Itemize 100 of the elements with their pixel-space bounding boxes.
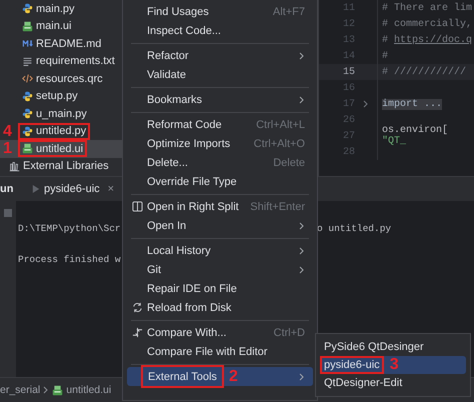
menu-label: Inspect Code... bbox=[147, 24, 221, 36]
menu-item[interactable]: Delete... Delete bbox=[127, 153, 313, 172]
shortcut-text: Ctrl+Alt+O bbox=[254, 138, 305, 150]
tree-row[interactable]: main.py bbox=[0, 0, 122, 18]
shortcut-text: Alt+F7 bbox=[272, 6, 305, 18]
annotation-number: 3 bbox=[390, 357, 399, 373]
reload-icon bbox=[132, 302, 142, 313]
library-icon bbox=[9, 160, 20, 172]
menu-item[interactable]: Open In bbox=[127, 216, 313, 235]
code-text: # //////////// bbox=[382, 66, 466, 78]
tree-row[interactable]: setup.py bbox=[0, 88, 122, 105]
tree-row[interactable]: README.md bbox=[0, 35, 122, 52]
breadcrumb[interactable]: er_serial bbox=[0, 384, 40, 396]
console-text: Process finished w bbox=[18, 254, 121, 265]
menu-label: Open in Right Split bbox=[147, 200, 239, 212]
menu-label: Repair IDE on File bbox=[147, 282, 237, 294]
menu-item[interactable]: Git bbox=[127, 260, 313, 279]
menu-item[interactable]: Compare File with Editor bbox=[127, 342, 313, 361]
python-icon bbox=[22, 126, 33, 137]
menu-item[interactable]: Validate bbox=[127, 65, 313, 84]
menu-label: Git bbox=[147, 264, 162, 276]
play-icon bbox=[32, 184, 40, 194]
tree-row[interactable]: 4 untitled.py bbox=[0, 122, 122, 140]
code-text: # https://doc.q bbox=[382, 34, 472, 46]
file-name: setup.py bbox=[36, 90, 78, 102]
tree-row[interactable]: External Libraries bbox=[0, 158, 122, 175]
file-name: main.ui bbox=[36, 20, 72, 32]
menu-item[interactable]: Reload from Disk bbox=[127, 298, 313, 317]
markdown-icon bbox=[22, 38, 33, 50]
menu-item[interactable]: Optimize Imports Ctrl+Alt+O bbox=[127, 134, 313, 153]
menu-item[interactable]: Compare With... Ctrl+D bbox=[127, 323, 313, 342]
chevron-icon[interactable] bbox=[363, 100, 369, 108]
python-icon bbox=[22, 3, 33, 14]
code-text: os.environ[ "QT_ bbox=[382, 125, 448, 147]
menu-item[interactable]: Bookmarks bbox=[127, 90, 313, 109]
code-text: # bbox=[382, 50, 388, 62]
tree-row[interactable]: u_main.py bbox=[0, 105, 122, 122]
menu-item[interactable]: Inspect Code... bbox=[127, 21, 313, 40]
menu-item[interactable]: Find Usages Alt+F7 bbox=[127, 2, 313, 21]
annotation-number: 4 bbox=[3, 124, 12, 140]
menu-item[interactable]: Repair IDE on File bbox=[127, 279, 313, 298]
code-text: # commercially, bbox=[382, 18, 472, 30]
file-name: resources.qrc bbox=[36, 72, 103, 85]
menu-label: Delete... bbox=[147, 156, 188, 168]
python-icon bbox=[22, 108, 33, 120]
python-icon bbox=[22, 90, 33, 102]
ui-file-icon bbox=[22, 20, 33, 32]
menu-item[interactable]: External Tools 2 bbox=[127, 367, 313, 386]
ui-file-icon bbox=[52, 384, 64, 396]
tree-row[interactable]: main.ui bbox=[0, 18, 122, 35]
menu-item[interactable]: QtDesigner-Edit bbox=[320, 374, 466, 392]
line-number: 15 bbox=[342, 66, 355, 78]
menu-label: Compare With... bbox=[147, 326, 226, 338]
shortcut-text: Shift+Enter bbox=[250, 200, 305, 212]
run-tab[interactable]: pyside6-uic × bbox=[30, 178, 116, 200]
menu-label: Compare File with Editor bbox=[147, 346, 268, 358]
folder-name: External Libraries bbox=[23, 160, 109, 172]
tree-row[interactable]: 1 untitled.ui bbox=[0, 140, 122, 158]
menu-item[interactable]: Override File Type bbox=[127, 172, 313, 191]
menu-label: External Tools bbox=[148, 370, 217, 382]
menu-label: Open In bbox=[147, 220, 186, 232]
menu-item[interactable]: Reformat Code Ctrl+Alt+L bbox=[127, 115, 313, 134]
close-button[interactable]: × bbox=[108, 183, 114, 195]
menu-item[interactable]: Refactor bbox=[127, 46, 313, 65]
file-name: requirements.txt bbox=[36, 55, 115, 68]
file-name: u_main.py bbox=[36, 108, 87, 120]
file-name: untitled.py bbox=[36, 125, 86, 138]
panel-title: un bbox=[0, 183, 14, 195]
shortcut-text: Delete bbox=[273, 156, 305, 168]
menu-label: Override File Type bbox=[147, 176, 237, 188]
menu-item[interactable]: PySide6 QtDesinger bbox=[320, 338, 466, 356]
menu-label: PySide6 QtDesinger bbox=[324, 341, 424, 353]
menu-item[interactable]: Local History bbox=[127, 241, 313, 260]
menu-label: QtDesigner-Edit bbox=[324, 377, 402, 389]
menu-label: pyside6-uic bbox=[324, 359, 380, 371]
chevron-icon bbox=[43, 386, 50, 394]
menu-label: Bookmarks bbox=[147, 94, 202, 106]
shortcut-text: Ctrl+Alt+L bbox=[256, 118, 305, 130]
tree-row[interactable]: resources.qrc bbox=[0, 70, 122, 88]
file-name: untitled.ui bbox=[36, 142, 84, 155]
ui-file-icon bbox=[22, 143, 33, 154]
menu-label: Find Usages bbox=[147, 6, 209, 18]
split-view-icon bbox=[132, 201, 142, 212]
tree-row[interactable]: requirements.txt bbox=[0, 52, 122, 70]
compare-icon bbox=[132, 327, 142, 338]
annotation-number: 1 bbox=[3, 141, 12, 157]
menu-label: Reformat Code bbox=[147, 118, 222, 130]
menu-label: Refactor bbox=[147, 50, 189, 62]
menu-label: Reload from Disk bbox=[147, 302, 232, 314]
menu-label: Local History bbox=[147, 244, 211, 256]
code-file-icon bbox=[22, 73, 33, 84]
code-text: import ... bbox=[382, 98, 442, 110]
text-file-icon bbox=[22, 56, 33, 67]
menu-item[interactable]: pyside6-uic 3 bbox=[320, 356, 466, 374]
shortcut-text: Ctrl+D bbox=[274, 326, 305, 338]
code-text: # There are lim bbox=[382, 2, 472, 14]
breadcrumb[interactable]: untitled.ui bbox=[66, 384, 112, 396]
menu-item[interactable]: Open in Right Split Shift+Enter bbox=[127, 197, 313, 216]
file-name: main.py bbox=[36, 2, 75, 15]
annotation-number: 2 bbox=[228, 368, 238, 384]
